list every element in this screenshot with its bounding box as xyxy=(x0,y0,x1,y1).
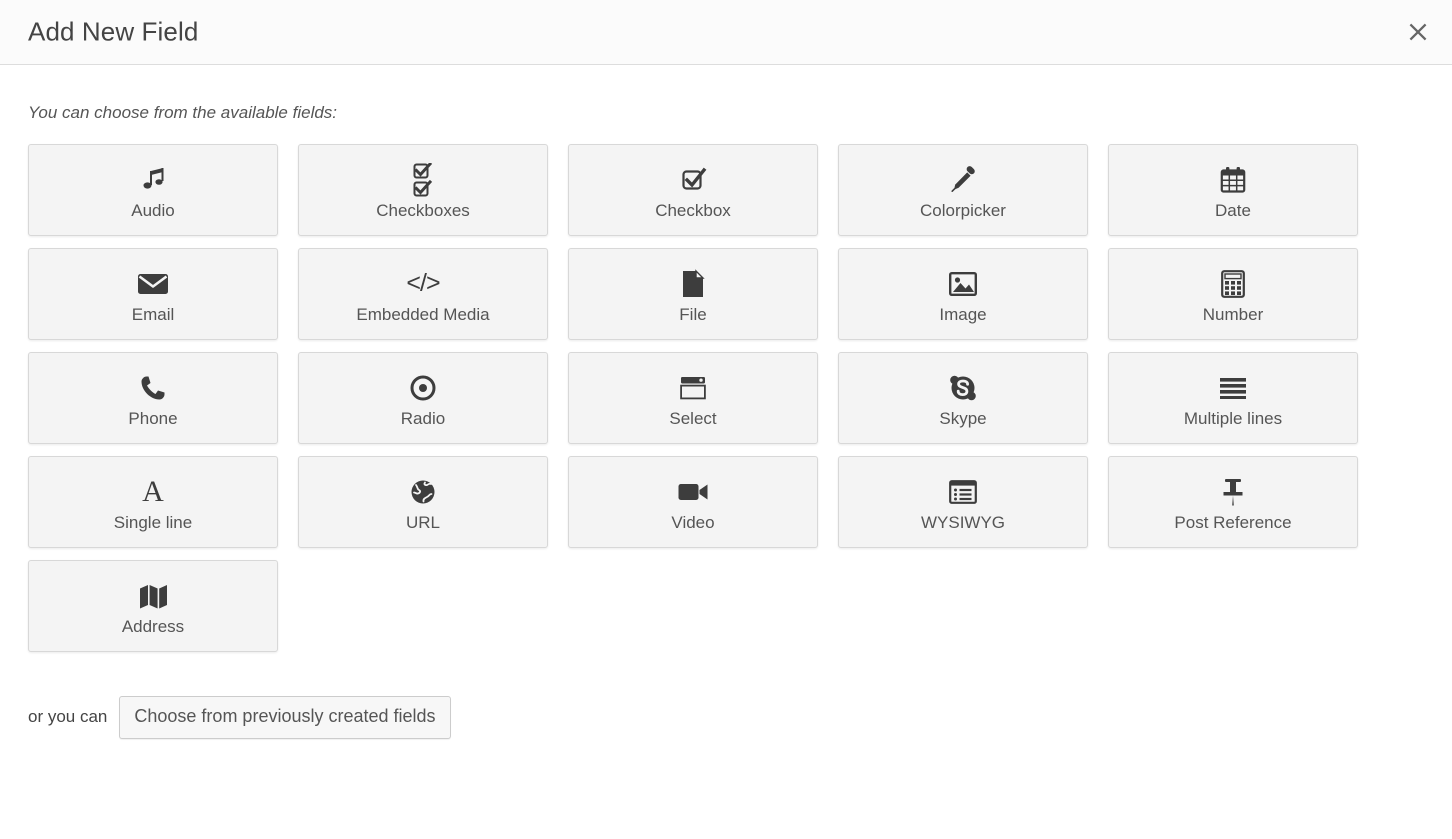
field-button-multiple-lines[interactable]: Multiple lines xyxy=(1108,352,1358,444)
file-icon xyxy=(680,264,706,304)
field-label: Email xyxy=(132,306,175,325)
field-button-colorpicker[interactable]: Colorpicker xyxy=(838,144,1088,236)
calendar-icon xyxy=(1218,160,1248,200)
field-button-skype[interactable]: Skype xyxy=(838,352,1088,444)
phone-icon xyxy=(139,368,167,408)
field-label: Audio xyxy=(131,202,174,221)
field-label: Checkbox xyxy=(655,202,731,221)
map-icon xyxy=(138,576,168,616)
field-label: Single line xyxy=(114,514,192,533)
pushpin-icon xyxy=(1221,472,1245,512)
checkboxes-icon xyxy=(409,160,437,200)
wysiwyg-editor-icon xyxy=(948,472,978,512)
field-button-image[interactable]: Image xyxy=(838,248,1088,340)
field-label: Phone xyxy=(128,410,177,429)
video-camera-icon xyxy=(677,472,709,512)
field-button-phone[interactable]: Phone xyxy=(28,352,278,444)
close-icon xyxy=(1407,21,1429,43)
field-label: Date xyxy=(1215,202,1251,221)
field-label: Image xyxy=(939,306,986,325)
field-label: Multiple lines xyxy=(1184,410,1282,429)
modal-body: You can choose from the available fields… xyxy=(0,65,1452,739)
code-brackets-icon: </> xyxy=(406,264,439,304)
skype-icon xyxy=(949,368,977,408)
field-label: Checkboxes xyxy=(376,202,470,221)
field-button-url[interactable]: URL xyxy=(298,456,548,548)
calculator-icon xyxy=(1220,264,1246,304)
field-label: Post Reference xyxy=(1174,514,1291,533)
page-title: Add New Field xyxy=(28,17,198,48)
field-label: Select xyxy=(669,410,716,429)
field-button-audio[interactable]: Audio xyxy=(28,144,278,236)
field-button-single-line[interactable]: A Single line xyxy=(28,456,278,548)
field-label: Skype xyxy=(939,410,986,429)
field-button-wysiwyg[interactable]: WYSIWYG xyxy=(838,456,1088,548)
field-button-number[interactable]: Number xyxy=(1108,248,1358,340)
image-icon xyxy=(948,264,978,304)
footer-row: or you can Choose from previously create… xyxy=(28,696,1424,739)
field-label: Embedded Media xyxy=(356,306,489,325)
field-label: URL xyxy=(406,514,440,533)
choose-existing-fields-button[interactable]: Choose from previously created fields xyxy=(119,696,450,739)
field-label: Radio xyxy=(401,410,445,429)
close-button[interactable] xyxy=(1400,14,1436,50)
intro-text: You can choose from the available fields… xyxy=(28,65,1424,121)
modal-header: Add New Field xyxy=(0,0,1452,65)
field-label: Video xyxy=(671,514,714,533)
globe-icon xyxy=(410,472,436,512)
field-button-checkbox[interactable]: Checkbox xyxy=(568,144,818,236)
lines-icon xyxy=(1218,368,1248,408)
eyedropper-icon xyxy=(948,160,978,200)
field-type-grid: Audio Checkboxes Checkbox xyxy=(28,144,1424,652)
field-button-video[interactable]: Video xyxy=(568,456,818,548)
envelope-icon xyxy=(137,264,169,304)
field-button-email[interactable]: Email xyxy=(28,248,278,340)
field-label: Colorpicker xyxy=(920,202,1006,221)
field-button-select[interactable]: Select xyxy=(568,352,818,444)
field-button-embedded-media[interactable]: </> Embedded Media xyxy=(298,248,548,340)
checkbox-icon xyxy=(678,160,708,200)
field-label: Address xyxy=(122,618,184,637)
field-button-file[interactable]: File xyxy=(568,248,818,340)
field-button-address[interactable]: Address xyxy=(28,560,278,652)
field-label: File xyxy=(679,306,706,325)
dropdown-icon xyxy=(678,368,708,408)
field-button-checkboxes[interactable]: Checkboxes xyxy=(298,144,548,236)
radio-button-icon xyxy=(409,368,437,408)
music-note-icon xyxy=(138,160,168,200)
field-button-date[interactable]: Date xyxy=(1108,144,1358,236)
field-label: Number xyxy=(1203,306,1263,325)
field-button-post-reference[interactable]: Post Reference xyxy=(1108,456,1358,548)
field-label: WYSIWYG xyxy=(921,514,1005,533)
letter-a-icon: A xyxy=(142,472,164,512)
field-button-radio[interactable]: Radio xyxy=(298,352,548,444)
footer-text: or you can xyxy=(28,707,107,727)
